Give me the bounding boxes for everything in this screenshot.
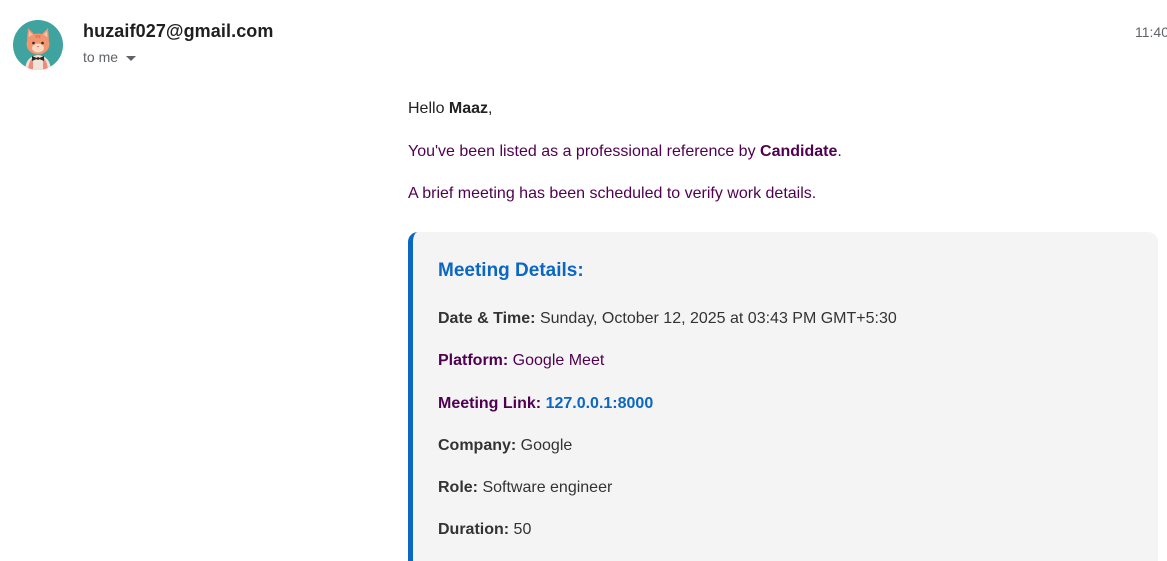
- company-value: Google: [516, 437, 573, 454]
- sender-email[interactable]: huzaif027@gmail.com: [83, 21, 274, 42]
- meeting-link-label: Meeting Link:: [438, 395, 542, 412]
- reference-name: Candidate: [760, 143, 838, 160]
- greeting-line: Hello Maaz,: [408, 100, 492, 118]
- platform-label: Platform:: [438, 352, 509, 369]
- detail-company: Company: Google: [438, 437, 572, 455]
- email-view: huzaif027@gmail.com to me 11:40 Hello Ma…: [0, 0, 1167, 561]
- date-time-label: Date & Time:: [438, 310, 536, 327]
- meeting-details-box: Meeting Details: Date & Time: Sunday, Oc…: [408, 232, 1158, 561]
- date-time-value: Sunday, October 12, 2025 at 03:43 PM GMT…: [535, 310, 897, 327]
- detail-role: Role: Software engineer: [438, 479, 612, 497]
- company-label: Company:: [438, 437, 517, 454]
- detail-meeting-link: Meeting Link: 127.0.0.1:8000: [438, 395, 653, 413]
- received-time: 11:40: [1135, 24, 1167, 40]
- cat-avatar-icon: [13, 20, 63, 70]
- chevron-down-icon[interactable]: [126, 55, 137, 61]
- reference-line: You've been listed as a professional ref…: [408, 143, 842, 161]
- platform-value: Google Meet: [508, 352, 605, 369]
- meeting-details-title: Meeting Details:: [438, 260, 584, 281]
- greeting-name: Maaz: [448, 100, 489, 117]
- role-value: Software engineer: [478, 479, 613, 496]
- detail-duration: Duration: 50: [438, 521, 531, 539]
- detail-date-time: Date & Time: Sunday, October 12, 2025 at…: [438, 310, 897, 328]
- role-label: Role:: [438, 479, 478, 496]
- greeting-prefix: Hello: [408, 100, 449, 117]
- reference-suffix: .: [837, 143, 842, 160]
- recipient-label: to me: [83, 49, 119, 65]
- sender-avatar[interactable]: [13, 20, 63, 70]
- greeting-suffix: ,: [488, 100, 493, 117]
- reference-text: You've been listed as a professional ref…: [408, 143, 761, 160]
- detail-platform: Platform: Google Meet: [438, 352, 604, 370]
- meeting-scheduled-line: A brief meeting has been scheduled to ve…: [408, 185, 817, 202]
- meeting-link[interactable]: 127.0.0.1:8000: [546, 395, 654, 412]
- duration-value: 50: [509, 521, 532, 538]
- duration-label: Duration:: [438, 521, 510, 538]
- recipient-details-toggle[interactable]: to me: [83, 49, 137, 65]
